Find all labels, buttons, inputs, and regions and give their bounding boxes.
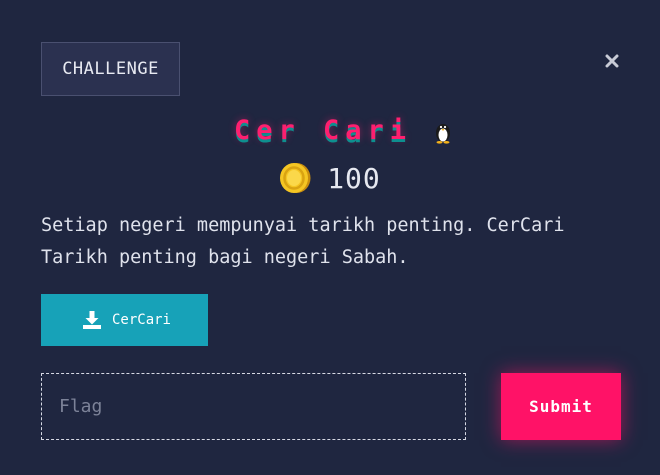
points-value: 100 [327, 161, 381, 195]
download-file-button[interactable]: CerCari [41, 294, 208, 346]
coin-icon [280, 163, 311, 193]
title-row: Cer Cari [0, 112, 660, 148]
challenge-description: Setiap negeri mempunyai tarikh penting. … [41, 215, 565, 268]
penguin-icon [436, 124, 451, 144]
download-icon [82, 311, 101, 329]
close-icon [605, 54, 619, 68]
tab-challenge[interactable]: CHALLENGE [41, 42, 180, 96]
submit-button[interactable]: Submit [501, 373, 621, 440]
points-row: 100 [0, 160, 660, 196]
flag-input[interactable] [41, 373, 466, 440]
challenge-title: Cer Cari [233, 114, 413, 146]
close-button[interactable] [603, 52, 621, 70]
challenge-modal: CHALLENGE Cer Cari 100 Setiap negeri mem… [0, 0, 660, 475]
download-file-label: CerCari [111, 312, 171, 328]
